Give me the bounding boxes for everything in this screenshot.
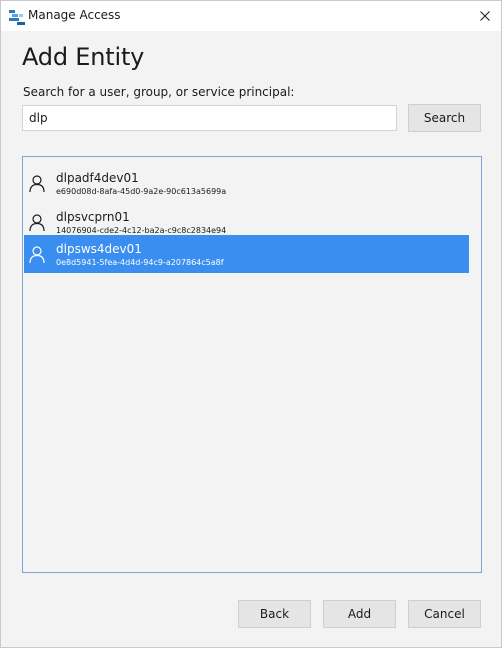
entity-name: dlpadf4dev01 — [56, 171, 139, 185]
search-input[interactable] — [22, 105, 397, 131]
list-item-selected[interactable]: dlpsws4dev01 0e8d5941-5fea-4d4d-94c9-a20… — [24, 235, 469, 273]
title-bar: Manage Access — [1, 1, 501, 31]
cancel-button[interactable]: Cancel — [408, 600, 481, 628]
entity-id: 0e8d5941-5fea-4d4d-94c9-a207864c5a8f — [56, 258, 224, 267]
add-button[interactable]: Add — [323, 600, 396, 628]
manage-access-dialog: Manage Access Add Entity Search for a us… — [0, 0, 502, 648]
entity-id: 14076904-cde2-4c12-ba2a-c9c8c2834e94 — [56, 226, 227, 235]
entity-id: e690d08d-8afa-45d0-9a2e-90c613a5699a — [56, 187, 227, 196]
user-icon — [29, 175, 45, 193]
user-icon — [29, 246, 45, 264]
page-title: Add Entity — [22, 43, 145, 71]
user-icon — [29, 214, 45, 232]
close-button[interactable] — [469, 1, 501, 31]
search-button[interactable]: Search — [408, 104, 481, 132]
search-label: Search for a user, group, or service pri… — [23, 85, 295, 99]
app-icon — [9, 10, 25, 25]
results-list[interactable]: dlpadf4dev01 e690d08d-8afa-45d0-9a2e-90c… — [22, 156, 482, 573]
close-icon — [480, 11, 490, 21]
window-title: Manage Access — [28, 8, 121, 22]
entity-name: dlpsvcprn01 — [56, 210, 130, 224]
back-button[interactable]: Back — [238, 600, 311, 628]
list-item[interactable]: dlpadf4dev01 e690d08d-8afa-45d0-9a2e-90c… — [24, 164, 469, 202]
entity-name: dlpsws4dev01 — [56, 242, 142, 256]
